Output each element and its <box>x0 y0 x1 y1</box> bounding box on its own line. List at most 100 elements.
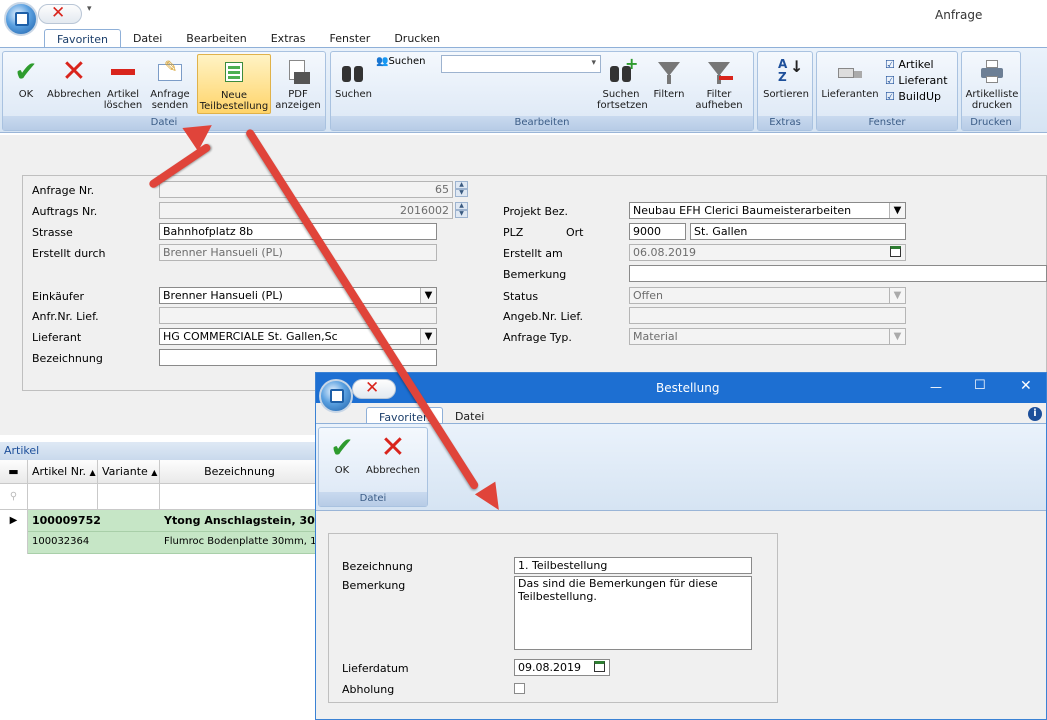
lieferanten-button[interactable]: Lieferanten <box>819 58 881 100</box>
artikelliste-drucken-button[interactable]: Artikelliste drucken <box>964 58 1020 111</box>
dialog-bezeichnung-field[interactable]: 1. Teilbestellung <box>514 557 752 574</box>
chevron-down-icon: ▼ <box>889 288 905 303</box>
dialog-ok-button[interactable]: ✔ OK <box>325 434 359 477</box>
dialog-menu-orb[interactable] <box>319 379 353 413</box>
table-row[interactable]: ▶ 100009752 Ytong Anschlagstein, 30.0x <box>0 510 334 532</box>
anfrage-senden-button[interactable]: ✎ Anfrage senden <box>145 58 195 112</box>
filter-icon[interactable]: ⚲ <box>0 484 28 510</box>
auftrags-nr-spinner[interactable]: ▲ ▼ <box>455 202 468 219</box>
lieferdatum-field[interactable]: 09.08.2019 <box>514 659 610 676</box>
spin-up-icon[interactable]: ▲ <box>455 202 468 210</box>
angeb-nr-lief-label: Angeb.Nr. Lief. <box>503 310 583 323</box>
status-label: Status <box>503 290 539 303</box>
dialog-ribbon: ✔ OK ✕ Abbrechen Datei <box>316 423 1046 511</box>
envelope-send-icon: ✎ <box>156 58 184 86</box>
window-title: Anfrage <box>935 8 983 22</box>
col-artikel-nr[interactable]: Artikel Nr. ▲ <box>28 460 98 484</box>
tab-drucken[interactable]: Drucken <box>382 29 452 47</box>
cancel-icon[interactable]: ✕ <box>51 3 65 23</box>
ort-field[interactable]: St. Gallen <box>690 223 906 240</box>
spin-up-icon[interactable]: ▲ <box>455 181 468 189</box>
filter-cell-bezeichnung[interactable] <box>160 484 320 510</box>
sortieren-button[interactable]: A Z ↓ Sortieren <box>760 58 812 101</box>
pdf-anzeigen-button[interactable]: PDF anzeigen <box>275 58 321 111</box>
lieferant-select[interactable]: HG COMMERCIALE St. Gallen,Sc ▼ <box>159 328 437 345</box>
search-input[interactable]: ▾ <box>441 55 601 73</box>
minimize-icon[interactable]: — <box>930 380 942 394</box>
dialog-bemerkung-textarea[interactable]: Das sind die Bemerkungen für diese Teilb… <box>514 576 752 650</box>
suchen-fortsetzen-button[interactable]: + Suchen fortsetzen <box>597 56 648 112</box>
grid-title: Artikel <box>0 442 320 460</box>
group-fenster: Lieferanten ☑ Artikel ☑ Lieferant ☑ Buil… <box>816 51 958 131</box>
artikel-loeschen-button[interactable]: Artikel löschen <box>103 58 143 111</box>
filter-cell-variante[interactable] <box>98 484 160 510</box>
calendar-icon[interactable] <box>890 246 901 257</box>
spreadsheet-icon <box>220 59 248 87</box>
status-select: Offen ▼ <box>629 287 906 304</box>
anfr-nr-lief-label: Anfr.Nr. Lief. <box>32 310 99 323</box>
chevron-down-icon[interactable]: ▼ <box>420 329 436 344</box>
binoculars-plus-icon: + <box>607 56 638 86</box>
info-icon[interactable]: i <box>1028 407 1042 421</box>
tab-bearbeiten[interactable]: Bearbeiten <box>174 29 258 47</box>
angeb-nr-lief-field[interactable] <box>629 307 906 324</box>
printer-icon <box>978 58 1006 86</box>
calendar-icon[interactable] <box>594 661 605 672</box>
anfrage-nr-field[interactable]: 65 <box>159 181 453 198</box>
chevron-down-icon[interactable]: ▼ <box>889 203 905 218</box>
checkbox-buildup[interactable]: ☑ BuildUp <box>885 89 948 105</box>
group-label-drucken: Drucken <box>962 116 1020 130</box>
ort-label: Ort <box>566 226 584 239</box>
table-row[interactable]: 100032364 Flumroc Bodenplatte 30mm, 100 <box>0 532 329 554</box>
einkaeufer-select[interactable]: Brenner Hansueli (PL) ▼ <box>159 287 437 304</box>
plz-field[interactable]: 9000 <box>629 223 686 240</box>
group-label-bearbeiten: Bearbeiten <box>331 116 753 130</box>
abholung-checkbox[interactable] <box>514 683 525 694</box>
erstellt-am-field: 06.08.2019 <box>629 244 906 261</box>
tab-extras[interactable]: Extras <box>259 29 318 47</box>
group-label-datei: Datei <box>3 116 325 130</box>
title-bar: ✕ ▾ Anfrage <box>0 0 1047 36</box>
anfr-nr-lief-field[interactable] <box>159 307 437 324</box>
projekt-bez-label: Projekt Bez. <box>503 205 569 218</box>
close-icon[interactable]: ✕ <box>1020 378 1032 394</box>
dialog-abbrechen-button[interactable]: ✕ Abbrechen <box>363 433 423 477</box>
spin-down-icon[interactable]: ▼ <box>455 210 468 218</box>
spin-down-icon[interactable]: ▼ <box>455 189 468 197</box>
qat-customize-icon[interactable]: ▾ <box>87 4 92 14</box>
suchen-small-button[interactable]: 👥Suchen <box>376 56 425 67</box>
maximize-icon[interactable]: ☐ <box>974 378 986 393</box>
suchen-button[interactable]: Suchen <box>335 58 372 100</box>
filter-cell-artikel-nr[interactable] <box>28 484 98 510</box>
dialog-title: Bestellung <box>656 381 720 395</box>
anfrage-nr-spinner[interactable]: ▲ ▼ <box>455 181 468 198</box>
chevron-down-icon[interactable]: ▼ <box>420 288 436 303</box>
truck-icon <box>836 58 864 86</box>
sort-asc-icon: ▲ <box>151 468 158 477</box>
col-variante[interactable]: Variante ▲ <box>98 460 160 484</box>
dialog-bemerkung-label: Bemerkung <box>342 579 406 592</box>
app-menu-orb[interactable] <box>4 2 38 36</box>
tab-fenster[interactable]: Fenster <box>318 29 383 47</box>
col-bezeichnung[interactable]: Bezeichnung <box>160 460 320 484</box>
tab-datei[interactable]: Datei <box>121 29 174 47</box>
ribbon: ✔ OK ✕ Abbrechen Artikel löschen ✎ Anfra… <box>0 47 1047 133</box>
filter-aufheben-button[interactable]: Filter aufheben <box>695 58 743 111</box>
cancel-icon[interactable]: ✕ <box>365 378 379 398</box>
neue-teilbestellung-button[interactable]: Neue Teilbestellung <box>197 54 271 114</box>
bestellung-dialog: Bestellung — ☐ ✕ ✕ Favoriten Datei i ✔ O… <box>315 372 1047 720</box>
bemerkung-field[interactable] <box>629 265 1047 282</box>
checkbox-artikel[interactable]: ☑ Artikel <box>885 57 948 73</box>
dialog-group-label-datei: Datei <box>319 492 427 506</box>
checkbox-checked-icon: ☑ <box>885 74 895 87</box>
checkbox-lieferant[interactable]: ☑ Lieferant <box>885 73 948 89</box>
projekt-bez-select[interactable]: Neubau EFH Clerici Baumeisterarbeiten ▼ <box>629 202 906 219</box>
binoculars-icon <box>339 58 367 86</box>
strasse-field[interactable]: Bahnhofplatz 8b <box>159 223 437 240</box>
abbrechen-button[interactable]: ✕ Abbrechen <box>47 57 101 101</box>
tab-favoriten[interactable]: Favoriten <box>44 29 121 47</box>
grid-corner[interactable]: ▬ <box>0 460 28 484</box>
ok-button[interactable]: ✔ OK <box>9 58 43 101</box>
filtern-button[interactable]: Filtern <box>651 58 687 100</box>
funnel-icon <box>655 58 683 86</box>
